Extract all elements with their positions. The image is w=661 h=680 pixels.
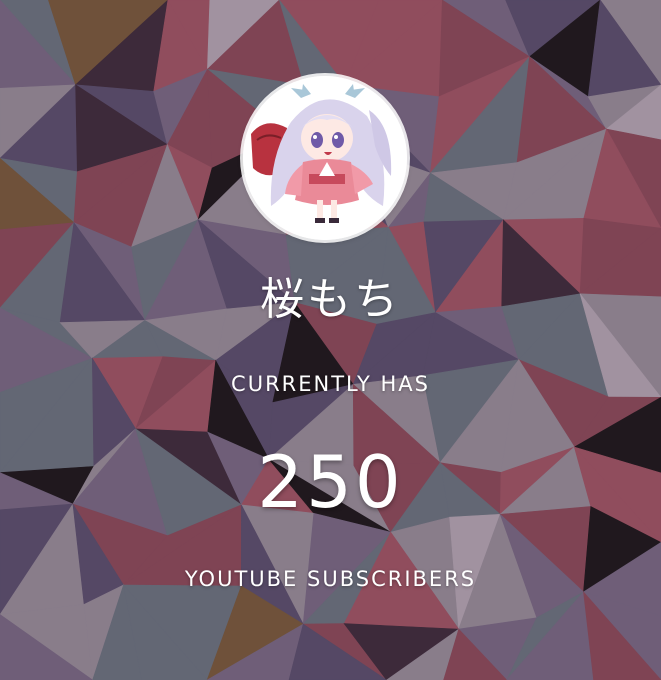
- channel-avatar[interactable]: [243, 76, 407, 240]
- channel-name: 桜もち: [260, 274, 401, 325]
- anime-girl-avatar-icon: [243, 76, 407, 240]
- youtube-subscribers-label: YOUTUBE SUBSCRIBERS: [184, 567, 477, 591]
- subscriber-count: 250: [257, 440, 404, 524]
- subscriber-counter-card: 桜もち CURRENTLY HAS 250 YOUTUBE SUBSCRIBER…: [0, 0, 661, 680]
- counter-content: 桜もち CURRENTLY HAS 250 YOUTUBE SUBSCRIBER…: [0, 0, 661, 680]
- currently-has-label: CURRENTLY HAS: [231, 372, 430, 396]
